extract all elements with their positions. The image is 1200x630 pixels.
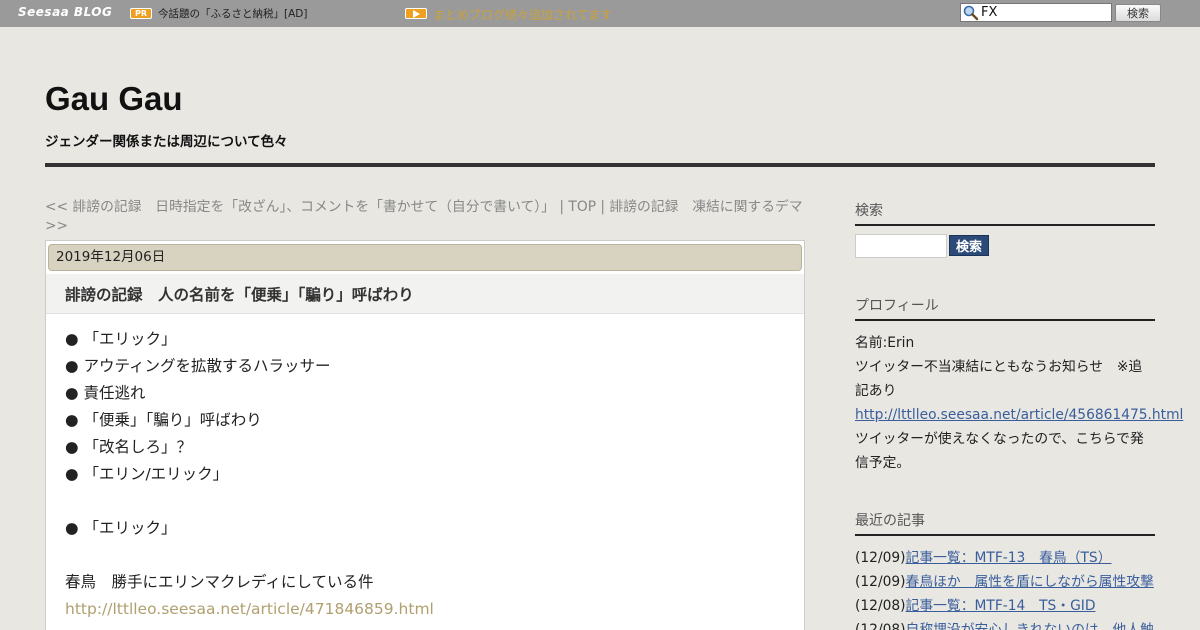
body-line: ● 「便乗」「騙り」呼ばわり — [65, 411, 262, 429]
notice-link[interactable]: まとめブログ続々追加されてます — [433, 6, 612, 23]
header-divider — [45, 163, 1155, 167]
profile-name: 名前:Erin — [855, 335, 915, 351]
recent-link[interactable]: 春鳥ほか 属性を盾にしながら属性攻撃 — [906, 574, 1154, 590]
sidebar-profile: プロフィール 名前:Erin ツイッター不当凍結にともなうお知らせ ※追記あり … — [855, 295, 1183, 475]
body-line: ● アウティングを拡散するハラッサー — [65, 357, 331, 375]
recent-date: (12/08) — [855, 622, 906, 630]
body-line — [65, 488, 785, 515]
ad-link[interactable]: 今話題の「ふるさと納税」[AD] — [158, 6, 307, 21]
top-search-button[interactable]: 検索 — [1115, 4, 1161, 22]
recent-link[interactable]: 記事一覧：MTF-13 春鳥（TS） — [906, 550, 1112, 566]
article-title-bar: 誹謗の記録 人の名前を「便乗」「騙り」呼ばわり — [46, 274, 804, 314]
article-date: 2019年12月06日 — [48, 244, 802, 271]
pr-badge: PR — [130, 8, 152, 19]
sidebar-recent: 最近の記事 (12/09)記事一覧：MTF-13 春鳥（TS） (12/09)春… — [855, 510, 1155, 630]
profile-body: 名前:Erin ツイッター不当凍結にともなうお知らせ ※追記あり http://… — [855, 331, 1183, 475]
sidebar-search: 検索 検索 — [855, 200, 1155, 270]
body-line: ● 「エリック」 — [65, 519, 177, 537]
body-line: ● 責任逃れ — [65, 384, 146, 402]
body-line: ● 「エリン/エリック」 — [65, 465, 229, 483]
prev-article-link[interactable]: << 誹謗の記録 日時指定を「改ざん」、コメントを「書かせて（自分で書いて）」 — [45, 199, 555, 215]
sidebar-search-heading: 検索 — [855, 200, 1155, 226]
profile-heading: プロフィール — [855, 295, 1155, 321]
article-body: ● 「エリック」 ● アウティングを拡散するハラッサー ● 責任逃れ ● 「便乗… — [65, 326, 785, 623]
recent-link[interactable]: 記事一覧：MTF-14 TS・GID — [906, 598, 1096, 614]
recent-date: (12/09) — [855, 550, 906, 566]
list-item: (12/09)春鳥ほか 属性を盾にしながら属性攻撃 — [855, 570, 1155, 594]
profile-link[interactable]: http://lttlleo.seesaa.net/article/456861… — [855, 407, 1183, 423]
body-line: 春鳥 勝手にエリンマクレディにしている件 — [65, 573, 374, 591]
sidebar-search-input[interactable] — [855, 234, 947, 258]
article-title[interactable]: 誹謗の記録 人の名前を「便乗」「騙り」呼ばわり — [65, 283, 414, 305]
recent-date: (12/08) — [855, 598, 906, 614]
recent-list: (12/09)記事一覧：MTF-13 春鳥（TS） (12/09)春鳥ほか 属性… — [855, 546, 1155, 630]
pager-separator: | — [554, 199, 569, 215]
top-link[interactable]: TOP — [568, 199, 596, 215]
list-item: (12/08)自称埋没が安心しきれないのは、他人触 — [855, 618, 1155, 630]
sidebar-search-button[interactable]: 検索 — [949, 235, 989, 256]
blog-description: ジェンダー関係または周辺について色々 — [45, 134, 288, 150]
profile-notice: ツイッター不当凍結にともなうお知らせ ※追記あり — [855, 359, 1143, 399]
article-pager: << 誹謗の記録 日時指定を「改ざん」、コメントを「書かせて（自分で書いて）」 … — [45, 198, 810, 236]
arrow-right-icon — [405, 8, 427, 19]
list-item: (12/08)記事一覧：MTF-14 TS・GID — [855, 594, 1155, 618]
seesaa-blog-logo[interactable]: Seesaa BLOG — [18, 5, 112, 19]
search-icon — [963, 5, 979, 21]
top-search-box — [960, 3, 1112, 22]
blog-title[interactable]: Gau Gau — [45, 80, 183, 118]
body-line — [65, 542, 785, 569]
list-item: (12/09)記事一覧：MTF-13 春鳥（TS） — [855, 546, 1155, 570]
body-link[interactable]: http://lttlleo.seesaa.net/article/471846… — [65, 600, 434, 618]
profile-note: ツイッターが使えなくなったので、こちらで発信予定。 — [855, 431, 1144, 471]
pager-separator: | — [596, 199, 610, 215]
body-line: ● 「エリック」 — [65, 330, 177, 348]
body-line: ● 「改名しろ」？ — [65, 438, 192, 456]
top-bar: Seesaa BLOG PR 今話題の「ふるさと納税」[AD] まとめブログ続々… — [0, 0, 1200, 27]
recent-link[interactable]: 自称埋没が安心しきれないのは、他人触 — [906, 622, 1154, 630]
recent-heading: 最近の記事 — [855, 510, 1155, 536]
recent-date: (12/09) — [855, 574, 906, 590]
top-search-input[interactable] — [981, 5, 1109, 20]
article: 2019年12月06日 誹謗の記録 人の名前を「便乗」「騙り」呼ばわり ● 「エ… — [45, 240, 805, 630]
